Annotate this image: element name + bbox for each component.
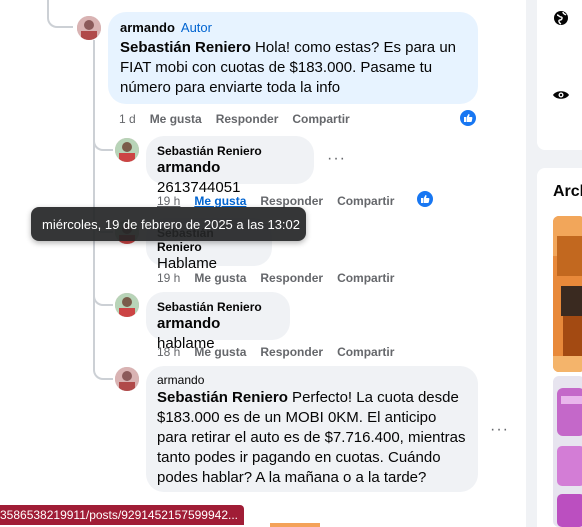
avatar[interactable]	[115, 138, 139, 162]
mention-link[interactable]: armando	[157, 159, 220, 176]
reply-button[interactable]: Responder	[260, 345, 323, 359]
eye-icon	[552, 88, 570, 106]
comment-actions: 1 d Me gusta Responder Compartir	[119, 112, 364, 126]
mention-link[interactable]: Sebastián Reniero	[157, 389, 288, 406]
like-button[interactable]: Me gusta	[194, 345, 246, 359]
mention-link[interactable]: armando	[157, 315, 220, 332]
comment-timestamp[interactable]: 19 h	[157, 271, 180, 285]
comment-bubble: Sebastián Reniero armando 2613744051	[146, 136, 314, 196]
comment-timestamp[interactable]: 18 h	[157, 345, 180, 359]
author-badge: Autor	[180, 20, 212, 35]
like-reaction-icon[interactable]	[416, 190, 434, 208]
comment-bubble: Sebastián Reniero armando hablame	[146, 292, 290, 352]
comment-bubble: armando Sebastián Reniero Perfecto! La c…	[146, 366, 478, 492]
share-button[interactable]: Compartir	[337, 194, 394, 208]
like-button[interactable]: Me gusta	[150, 112, 202, 126]
comment-text: Sebastián Reniero Perfecto! La cuota des…	[157, 389, 466, 486]
thread-connector	[93, 288, 113, 306]
photo-thumbnail[interactable]	[553, 376, 582, 527]
like-button[interactable]: Me gusta	[194, 271, 246, 285]
comment-actions: 19 h Me gusta Responder Compartir	[157, 271, 408, 285]
thread-connector	[47, 0, 73, 28]
more-options-icon[interactable]: ···	[490, 421, 509, 439]
section-title: Arch	[553, 183, 582, 200]
link-status-bar: 3586538219911/posts/9291452157599942...	[0, 505, 245, 525]
comment-timestamp[interactable]: 1 d	[119, 112, 136, 126]
comment-bubble: armando Autor Sebastián Reniero Hola! com…	[108, 12, 478, 104]
thread-connector	[93, 362, 113, 380]
reply-button[interactable]: Responder	[260, 194, 323, 208]
photo-thumbnail[interactable]	[553, 216, 582, 372]
more-options-icon[interactable]: ···	[327, 150, 346, 168]
comments-panel: armando Autor Sebastián Reniero Hola! com…	[0, 0, 526, 527]
comment-timestamp[interactable]: 19 h	[157, 194, 180, 208]
share-button[interactable]: Compartir	[337, 345, 394, 359]
comment-author[interactable]: Sebastián Reniero	[157, 300, 279, 314]
comment-actions: 18 h Me gusta Responder Compartir	[157, 345, 408, 359]
scroll-indicator	[270, 523, 320, 527]
comment-actions: 19 h Me gusta Responder Compartir	[157, 194, 408, 208]
comment-author[interactable]: armando	[120, 20, 175, 35]
share-button[interactable]: Compartir	[337, 271, 394, 285]
thread-connector	[93, 133, 113, 151]
reply-button[interactable]: Responder	[260, 271, 323, 285]
like-button[interactable]: Me gusta	[194, 194, 246, 208]
share-button[interactable]: Compartir	[292, 112, 349, 126]
globe-icon	[553, 10, 569, 31]
comment-author[interactable]: armando	[157, 373, 467, 387]
thread-line	[93, 40, 95, 370]
avatar[interactable]	[115, 293, 139, 317]
reply-button[interactable]: Responder	[216, 112, 279, 126]
timestamp-tooltip: miércoles, 19 de febrero de 2025 a las 1…	[31, 207, 306, 241]
comment-text: Sebastián Reniero Hola! como estas? Es p…	[120, 39, 456, 96]
comment-author[interactable]: Sebastián Reniero	[157, 144, 303, 158]
mention-link[interactable]: Sebastián Reniero	[120, 39, 251, 56]
avatar[interactable]	[115, 367, 139, 391]
avatar[interactable]	[77, 16, 101, 40]
comment-text: armando 2613744051	[157, 159, 241, 196]
like-reaction-icon[interactable]	[459, 109, 477, 127]
